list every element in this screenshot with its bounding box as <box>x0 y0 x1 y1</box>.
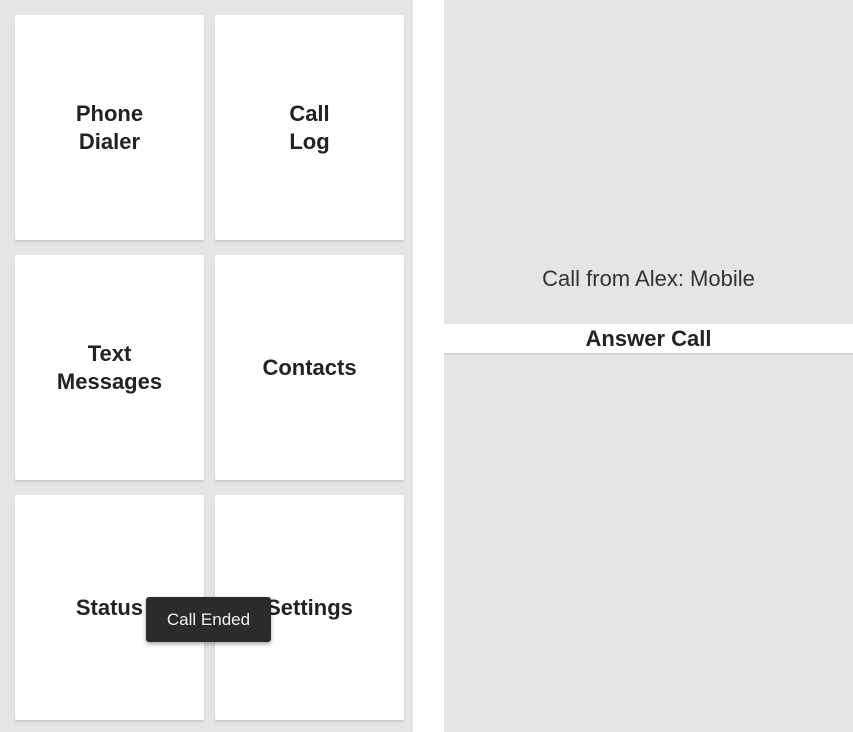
answer-call-button[interactable]: Answer Call <box>444 324 853 355</box>
text-messages-tile[interactable]: Text Messages <box>15 255 204 480</box>
contacts-tile[interactable]: Contacts <box>215 255 404 480</box>
answer-call-label: Answer Call <box>585 325 712 351</box>
contacts-label: Contacts <box>262 354 357 380</box>
phone-dialer-label: Phone Dialer <box>75 100 144 154</box>
status-label: Status <box>75 594 144 620</box>
call-log-tile[interactable]: Call Log <box>215 15 404 240</box>
incoming-call-screen: Call from Alex: Mobile Answer Call <box>444 0 853 732</box>
phone-dialer-tile[interactable]: Phone Dialer <box>15 15 204 240</box>
caller-info: Call from Alex: Mobile <box>542 266 755 291</box>
text-messages-label: Text Messages <box>56 340 163 394</box>
home-screen: Phone Dialer Call Log Text Messages Cont… <box>0 0 413 732</box>
settings-label: Settings <box>266 594 353 620</box>
call-ended-toast: Call Ended <box>146 597 271 642</box>
call-log-label: Call Log <box>289 100 330 154</box>
